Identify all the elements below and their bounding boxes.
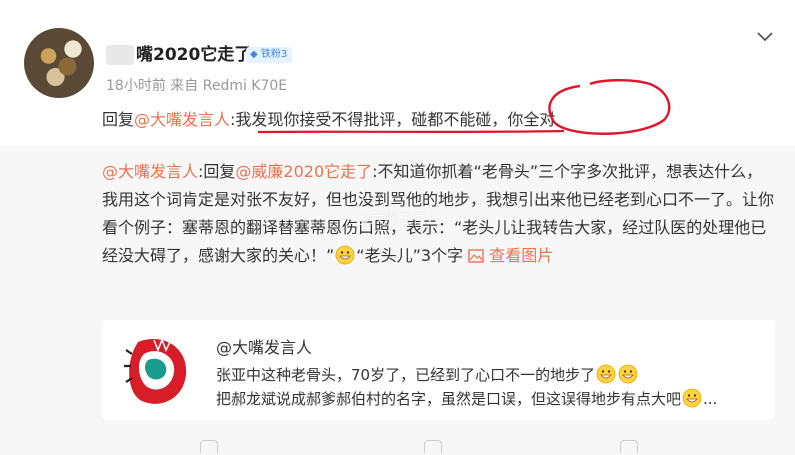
action-bar	[0, 440, 795, 455]
nickname[interactable]: 嘴2020它走了	[106, 40, 251, 65]
grin-emoji-icon	[596, 364, 616, 384]
quoted-body-tail: “老头儿”3个字	[356, 246, 464, 265]
diamond-icon: ◆	[250, 49, 258, 60]
fan-badge-label: 铁粉3	[260, 49, 288, 60]
nickname-text[interactable]: 嘴2020它走了	[136, 45, 251, 65]
reply-body: 我发现你接受不得批评，碰都不能碰，你全对	[235, 110, 556, 129]
retweet-line2-ellipsis: ...	[703, 390, 718, 408]
grin-emoji-icon	[682, 388, 702, 408]
view-picture-link[interactable]: 查看图片	[468, 246, 553, 265]
retweet-card[interactable]: @大嘴发言人 张亚中这种老骨头，70岁了，已经到了心口不一的地步了 把郝龙斌说成…	[102, 320, 775, 420]
avatar[interactable]	[24, 28, 94, 98]
grin-emoji-icon	[618, 364, 638, 384]
like-icon[interactable]	[620, 440, 638, 453]
share-icon[interactable]	[200, 440, 218, 453]
reply-prefix: 回复	[102, 110, 135, 129]
post-source: Redmi K70E	[202, 78, 288, 94]
reply-mention-link[interactable]: @大嘴发言人	[134, 110, 230, 129]
comment-icon[interactable]	[424, 440, 442, 453]
quoted-reply-prefix: :回复	[198, 162, 236, 181]
post-meta: 18小时前 来自 Redmi K70E	[106, 75, 287, 95]
retweet-line2: 把郝龙斌说成郝爹郝伯村的名字，虽然是口误，但这误得地步有点大吧...	[216, 388, 761, 409]
retweet-line2-text: 把郝龙斌说成郝爹郝伯村的名字，虽然是口误，但这误得地步有点大吧	[216, 390, 682, 408]
red-circle-annotation	[548, 79, 671, 135]
nickname-redaction	[106, 45, 134, 65]
retweet-author[interactable]: @大嘴发言人	[216, 334, 312, 358]
big-mouth-logo-icon	[124, 337, 187, 404]
post-time: 18小时前	[106, 78, 166, 94]
image-watermark: @大嘴发言人	[356, 211, 440, 227]
quoted-reply-mention-link[interactable]: @威廉2020它走了	[235, 162, 372, 181]
comment-card: 嘴2020它走了 ◆ 铁粉3 18小时前 来自 Redmi K70E 回复@大嘴…	[0, 0, 795, 455]
quoted-author-link[interactable]: @大嘴发言人	[102, 162, 198, 181]
retweet-line1-text: 张亚中这种老骨头，70岁了，已经到了心口不一的地步了	[216, 366, 596, 384]
source-prefix: 来自	[170, 78, 199, 94]
red-underline-annotation	[257, 129, 565, 134]
fan-badge[interactable]: ◆ 铁粉3	[246, 47, 293, 63]
picture-icon	[468, 249, 484, 263]
grin-emoji-icon	[335, 245, 355, 265]
reply-text: 回复@大嘴发言人:我发现你接受不得批评，碰都不能碰，你全对	[102, 106, 555, 130]
retweet-line1: 张亚中这种老骨头，70岁了，已经到了心口不一的地步了	[216, 364, 639, 385]
view-picture-label[interactable]: 查看图片	[489, 246, 553, 265]
chevron-down-icon[interactable]	[756, 30, 774, 44]
